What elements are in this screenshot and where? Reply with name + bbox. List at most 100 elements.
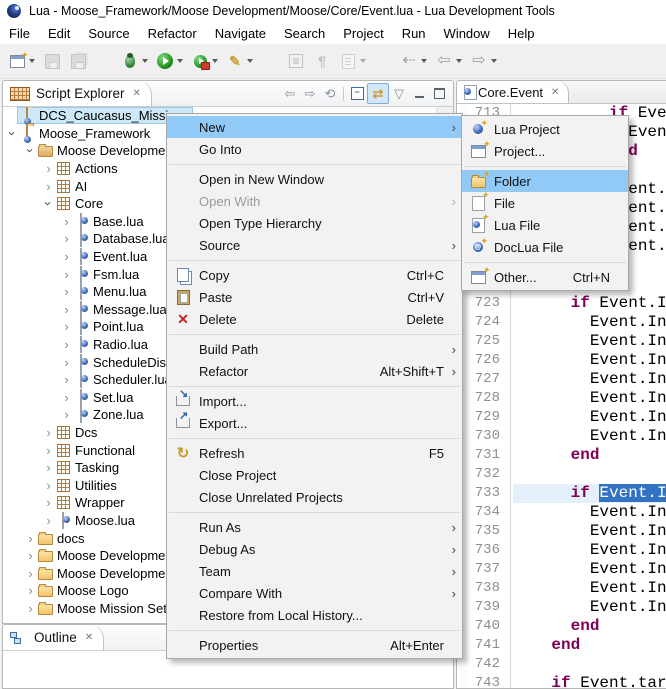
menubar-item-run[interactable]: Run (393, 24, 435, 43)
dropdown-arrow-icon[interactable] (212, 59, 218, 63)
menu-item-restore-from-local-history[interactable]: Restore from Local History... (167, 604, 462, 626)
code-line[interactable]: if Event.IniObjectCategory == Object.Cat… (513, 294, 666, 313)
run-coverage-button[interactable] (189, 50, 220, 72)
close-icon[interactable]: ✕ (551, 87, 559, 98)
code-line[interactable]: Event.IniStatic = STATIC:FindByName( Eve… (513, 560, 666, 579)
chevron-down-icon[interactable]: › (42, 198, 55, 209)
maximize-button[interactable] (429, 84, 449, 103)
code-line[interactable]: Event.IniDCSStaticName = Event.IniDCSSta… (513, 522, 666, 541)
code-line[interactable]: Event.IniCategory = Event.IniDCSStatic:g… (513, 579, 666, 598)
chevron-right-icon[interactable]: › (61, 320, 72, 333)
menu-item-doclua-file[interactable]: @DocLua File (462, 236, 628, 258)
chevron-right-icon[interactable]: › (25, 549, 36, 562)
back-button[interactable]: ⇦ (280, 84, 300, 103)
menubar-item-search[interactable]: Search (275, 24, 334, 43)
forward-button[interactable]: ⇨ (300, 84, 320, 103)
chevron-right-icon[interactable]: › (43, 479, 54, 492)
code-line[interactable]: Event.IniDCSGroup = Event.IniDCSUnit:get… (513, 370, 666, 389)
menu-item-run-as[interactable]: Run As› (167, 516, 462, 538)
menubar-item-project[interactable]: Project (334, 24, 392, 43)
code-line[interactable]: end (513, 617, 666, 636)
tab-outline[interactable]: Outline ✕ (3, 625, 104, 650)
code-line[interactable]: end (513, 636, 666, 655)
menu-item-open-in-new-window[interactable]: Open in New Window (167, 168, 462, 190)
chevron-right-icon[interactable]: › (61, 215, 72, 228)
close-icon[interactable]: ✕ (133, 88, 141, 99)
forward-button[interactable]: ⇨ (468, 50, 499, 72)
dropdown-arrow-icon[interactable] (491, 59, 497, 63)
menu-item-close-unrelated-projects[interactable]: Close Unrelated Projects (167, 486, 462, 508)
code-line[interactable]: if Event.IniObjectCategory == Object.Cat… (513, 484, 666, 503)
dropdown-arrow-icon[interactable] (142, 59, 148, 63)
menu-item-build-path[interactable]: Build Path› (167, 338, 462, 360)
chevron-right-icon[interactable]: › (43, 180, 54, 193)
code-line[interactable] (513, 465, 666, 484)
chevron-right-icon[interactable]: › (25, 532, 36, 545)
chevron-down-icon[interactable]: › (6, 128, 19, 139)
code-line[interactable]: Event.IniDCSUnit = Event.initiator (513, 313, 666, 332)
menu-item-close-project[interactable]: Close Project (167, 464, 462, 486)
menubar-item-source[interactable]: Source (79, 24, 138, 43)
chevron-right-icon[interactable]: › (43, 426, 54, 439)
chevron-right-icon[interactable]: › (25, 567, 36, 580)
dropdown-arrow-icon[interactable] (29, 59, 35, 63)
chevron-right-icon[interactable]: › (61, 250, 72, 263)
menu-item-copy[interactable]: CopyCtrl+C (167, 264, 462, 286)
menu-item-team[interactable]: Team› (167, 560, 462, 582)
chevron-right-icon[interactable]: › (43, 162, 54, 175)
code-line[interactable]: Event.IniTypeName = Event.IniDCSUnit:get… (513, 427, 666, 446)
menu-item-compare-with[interactable]: Compare With› (167, 582, 462, 604)
dropdown-arrow-icon[interactable] (247, 59, 253, 63)
menu-item-refactor[interactable]: RefactorAlt+Shift+T› (167, 360, 462, 382)
chevron-right-icon[interactable]: › (43, 514, 54, 527)
menu-item-lua-file[interactable]: Lua File (462, 214, 628, 236)
menu-item-go-into[interactable]: Go Into (167, 138, 462, 160)
code-line[interactable]: Event.IniStaticName = Event.IniDCSStatic… (513, 541, 666, 560)
menubar-item-file[interactable]: File (0, 24, 39, 43)
chevron-right-icon[interactable]: › (61, 373, 72, 386)
menubar-item-edit[interactable]: Edit (39, 24, 79, 43)
mark-occurrences-button[interactable] (285, 50, 307, 72)
menu-item-new[interactable]: New› (167, 116, 462, 138)
menubar-item-navigate[interactable]: Navigate (206, 24, 275, 43)
code-line[interactable]: Event.IniUnit = UNIT:FindByName( Event.I… (513, 389, 666, 408)
menubar-item-refactor[interactable]: Refactor (139, 24, 206, 43)
code-line[interactable]: Event.IniDCSStatic = Event.initiator (513, 503, 666, 522)
chevron-right-icon[interactable]: › (61, 303, 72, 316)
code-line[interactable]: Event.IniUnitName = Event.IniDCSUnitName (513, 351, 666, 370)
chevron-right-icon[interactable]: › (61, 356, 72, 369)
external-tools-button[interactable]: ✎ (224, 50, 255, 72)
chevron-right-icon[interactable]: › (25, 602, 36, 615)
menu-item-delete[interactable]: ✕DeleteDelete (167, 308, 462, 330)
format-button[interactable] (337, 50, 368, 72)
minimize-button[interactable] (409, 84, 429, 103)
debug-button[interactable] (119, 50, 150, 72)
menu-item-lua-project[interactable]: Lua Project (462, 118, 628, 140)
chevron-right-icon[interactable]: › (61, 268, 72, 281)
new-wizard-button[interactable] (6, 50, 37, 72)
chevron-right-icon[interactable]: › (61, 408, 72, 421)
last-edit-location-button[interactable]: ⇠ (398, 50, 429, 72)
chevron-down-icon[interactable]: › (24, 145, 37, 156)
menu-item-paste[interactable]: PasteCtrl+V (167, 286, 462, 308)
dropdown-arrow-icon[interactable] (360, 59, 366, 63)
collapse-all-button[interactable]: − (347, 84, 367, 103)
run-button[interactable] (154, 50, 185, 72)
menu-item-open-type-hierarchy[interactable]: Open Type Hierarchy (167, 212, 462, 234)
menu-item-debug-as[interactable]: Debug As› (167, 538, 462, 560)
code-line[interactable]: end (513, 446, 666, 465)
save-all-button[interactable] (67, 50, 89, 72)
chevron-right-icon[interactable]: › (61, 232, 72, 245)
menu-item-refresh[interactable]: ↻RefreshF5 (167, 442, 462, 464)
menubar-item-window[interactable]: Window (435, 24, 499, 43)
menu-item-properties[interactable]: PropertiesAlt+Enter (167, 634, 462, 656)
chevron-right-icon[interactable]: › (61, 391, 72, 404)
code-line[interactable]: Event.IniCategory = Event.IniDCSUnit:get… (513, 408, 666, 427)
menu-item-other[interactable]: Other...Ctrl+N (462, 266, 628, 288)
tab-script-explorer[interactable]: Script Explorer ✕ (3, 81, 152, 106)
code-line[interactable]: Event.IniDCSUnitName = Event.IniDCSUnit:… (513, 332, 666, 351)
tab-core-event[interactable]: Core.Event ✕ (457, 81, 569, 103)
back-button[interactable]: ⇦ (433, 50, 464, 72)
link-with-editor-button[interactable]: ⇄ (367, 83, 389, 104)
chevron-right-icon[interactable]: › (43, 444, 54, 457)
